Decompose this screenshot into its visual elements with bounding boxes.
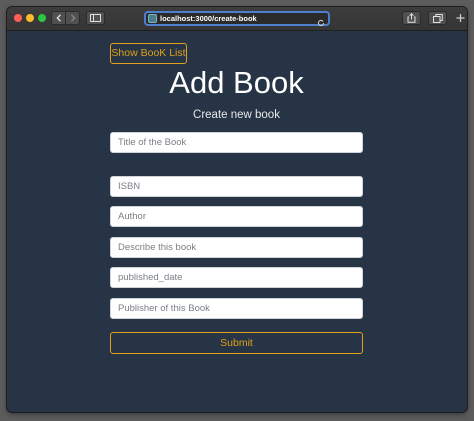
zoom-window-button[interactable] bbox=[38, 14, 46, 22]
published-date-input[interactable] bbox=[110, 267, 363, 288]
sidebar-icon bbox=[90, 14, 101, 22]
reload-button[interactable] bbox=[317, 14, 325, 32]
title-input[interactable] bbox=[110, 132, 363, 153]
submit-button[interactable]: Submit bbox=[110, 332, 363, 354]
minimize-window-button[interactable] bbox=[26, 14, 34, 22]
new-tab-button[interactable] bbox=[454, 11, 467, 25]
sidebar-button[interactable] bbox=[86, 11, 105, 25]
new-tab-icon bbox=[456, 14, 465, 22]
forward-icon bbox=[70, 14, 76, 22]
publisher-input[interactable] bbox=[110, 298, 363, 319]
description-input[interactable] bbox=[110, 237, 363, 258]
browser-window: localhost:3000/create-book Show BooK Lis… bbox=[7, 7, 467, 412]
page-subtitle: Create new book bbox=[193, 109, 280, 121]
forward-button[interactable] bbox=[65, 11, 80, 25]
address-bar[interactable]: localhost:3000/create-book bbox=[144, 11, 330, 27]
show-book-list-button[interactable]: Show BooK List bbox=[110, 43, 187, 64]
share-button[interactable] bbox=[402, 11, 421, 25]
share-icon bbox=[407, 13, 416, 23]
show-tabs-button[interactable] bbox=[428, 11, 447, 25]
author-input[interactable] bbox=[110, 206, 363, 227]
history-nav bbox=[51, 11, 80, 25]
page-title: Add Book bbox=[169, 65, 304, 100]
tabs-icon bbox=[432, 13, 443, 23]
isbn-input[interactable] bbox=[110, 176, 363, 197]
browser-toolbar: localhost:3000/create-book bbox=[7, 7, 467, 31]
close-window-button[interactable] bbox=[14, 14, 22, 22]
page-content: Show BooK List Add Book Create new book … bbox=[7, 31, 467, 412]
site-icon bbox=[148, 14, 157, 23]
back-button[interactable] bbox=[51, 11, 66, 25]
reload-icon bbox=[317, 19, 325, 27]
back-icon bbox=[55, 14, 61, 22]
address-url: localhost:3000/create-book bbox=[160, 14, 257, 23]
